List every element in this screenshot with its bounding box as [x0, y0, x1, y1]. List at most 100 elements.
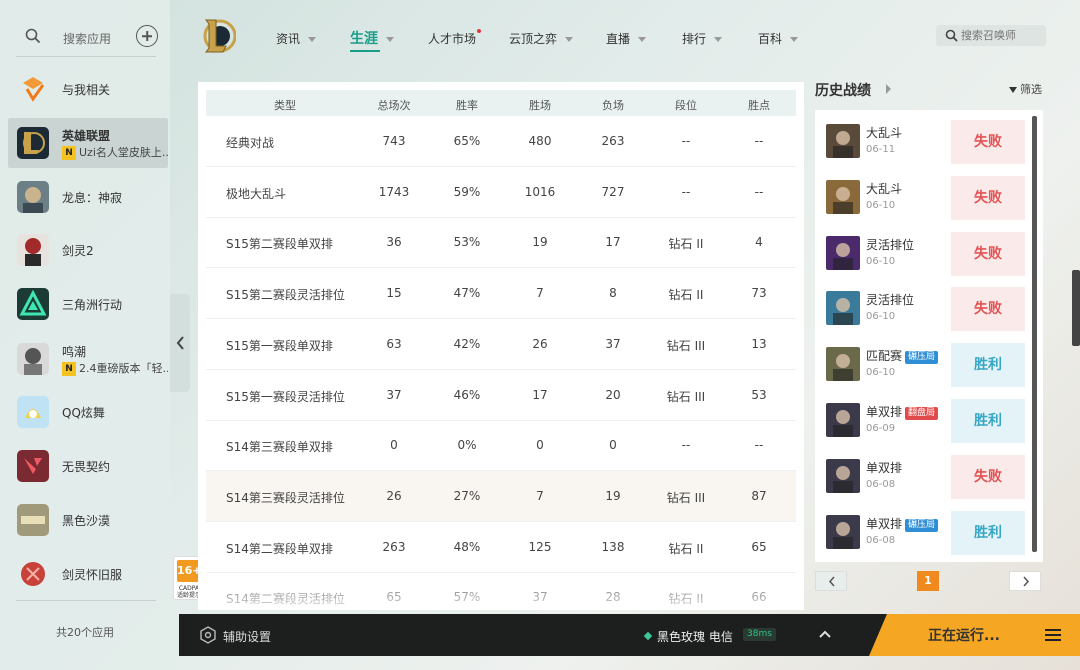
chevron-right-icon — [1023, 576, 1030, 587]
match-date: 06-09 — [866, 423, 896, 434]
column-header-losses: 负场 — [602, 99, 624, 112]
cell-lp: 4 — [755, 235, 763, 250]
menu-icon[interactable] — [1045, 629, 1061, 642]
app-search-label[interactable]: 搜索应用 — [63, 30, 111, 47]
match-item[interactable]: 单双排 碾压局 06-08 胜利 — [821, 507, 1025, 557]
cell-type: S15第二赛段灵活排位 — [226, 288, 345, 303]
table-row[interactable]: S15第二赛段灵活排位 15 47% 7 8 钻石 II 73 — [206, 268, 796, 320]
tab-talent-market[interactable]: 人才市场 — [428, 29, 482, 47]
column-header-total: 总场次 — [377, 99, 411, 112]
chevron-up-icon[interactable] — [819, 629, 831, 639]
sidebar-item-wuthering-waves[interactable]: 鸣潮 N 2.4重磅版本「轻... — [8, 334, 168, 384]
tab-label: 百科 — [758, 32, 783, 46]
match-item[interactable]: 单双排 翻盘局 06-09 胜利 — [821, 395, 1025, 445]
match-mode: 灵活排位 — [866, 293, 915, 308]
match-result: 胜利 — [951, 343, 1025, 388]
filter-icon — [1009, 87, 1017, 93]
sidebar-item-blade-and-soul-classic[interactable]: 剑灵怀旧服 — [8, 549, 168, 599]
hexagon-settings-icon[interactable] — [199, 626, 217, 644]
current-page[interactable]: 1 — [917, 571, 939, 591]
sidebar-item-black-desert[interactable]: 黑色沙漠 — [8, 495, 168, 545]
champion-portrait-icon — [826, 514, 860, 549]
table-row[interactable]: S14第三赛段灵活排位 26 27% 7 19 钻石 III 87 — [206, 470, 796, 522]
sidebar-item-delta-force[interactable]: 三角洲行动 — [8, 279, 168, 329]
match-history-title[interactable]: 历史战绩 — [815, 80, 871, 100]
table-row[interactable]: S14第二赛段单双排 263 48% 125 138 钻石 II 65 — [206, 522, 796, 573]
sidebar-collapse-button[interactable] — [170, 294, 190, 392]
scrollbar-thumb[interactable] — [1032, 116, 1037, 552]
tab-live[interactable]: 直播 — [606, 30, 647, 47]
window-scrollbar[interactable] — [1072, 270, 1080, 346]
match-date: 06-10 — [866, 367, 896, 379]
filter-button[interactable]: 筛选 — [1009, 81, 1042, 97]
chevron-left-icon — [828, 576, 835, 587]
cell-lp: 13 — [751, 336, 767, 351]
app-news[interactable]: N Uzi名人堂皮肤上... — [62, 144, 168, 160]
add-app-icon[interactable] — [136, 25, 158, 47]
summoner-search[interactable] — [936, 25, 1046, 46]
match-result: 失败 — [951, 231, 1025, 276]
chevron-right-icon[interactable] — [886, 84, 891, 94]
cell-type: S15第二赛段单双排 — [226, 237, 333, 252]
cell-winrate: 0% — [457, 438, 477, 453]
app-name: 三角洲行动 — [62, 298, 123, 312]
app-name: 与我相关 — [62, 83, 111, 97]
match-item[interactable]: 灵活排位 06-10 失败 — [821, 228, 1025, 278]
sidebar-item-related[interactable]: 与我相关 — [8, 64, 168, 114]
match-date: 06-08 — [866, 478, 896, 490]
table-row[interactable]: 经典对战 743 65% 480 263 -- -- — [206, 116, 796, 167]
match-result: 失败 — [951, 175, 1025, 220]
search-icon — [945, 29, 958, 42]
match-item[interactable]: 大乱斗 06-11 失败 — [821, 116, 1025, 166]
history-scrollbar[interactable] — [1032, 116, 1037, 552]
app-search[interactable]: 搜索应用 — [0, 22, 170, 56]
match-item[interactable]: 灵活排位 06-10 失败 — [821, 283, 1025, 333]
tab-career[interactable]: 生涯 — [350, 28, 394, 52]
table-row[interactable]: S15第一赛段灵活排位 37 46% 17 20 钻石 III 53 — [206, 370, 796, 421]
table-row[interactable]: S15第二赛段单双排 36 53% 19 17 钻石 II 4 — [206, 217, 796, 269]
sidebar-item-qq-dance[interactable]: QQ炫舞 — [8, 387, 168, 437]
match-date: 06-08 — [866, 534, 896, 546]
cell-losses: 17 — [605, 235, 621, 250]
next-page-button[interactable] — [1009, 571, 1041, 591]
search-icon[interactable] — [25, 28, 41, 44]
tab-label: 云顶之弈 — [509, 32, 558, 46]
app-news[interactable]: N 2.4重磅版本「轻... — [62, 360, 168, 376]
match-item[interactable]: 单双排 06-08 失败 — [821, 451, 1025, 501]
match-item[interactable]: 匹配赛 碾压局 06-10 胜利 — [821, 339, 1025, 389]
league-logo-icon[interactable] — [202, 17, 236, 55]
match-mode: 大乱斗 — [866, 181, 903, 196]
sidebar-item-valorant[interactable]: 无畏契约 — [8, 441, 168, 491]
sidebar-item-dragon-breath[interactable]: 龙息：神寂 — [8, 172, 168, 222]
tab-news[interactable]: 资讯 — [276, 30, 317, 47]
sidebar-item-league-of-legends[interactable]: 英雄联盟 N Uzi名人堂皮肤上... — [8, 118, 168, 168]
table-row[interactable]: S15第一赛段单双排 63 42% 26 37 钻石 III 13 — [206, 319, 796, 370]
tab-ranking[interactable]: 排行 — [682, 30, 723, 47]
match-history-list: 大乱斗 06-11 失败 大乱斗 06-10 失败 灵活排位 06-10 失败 灵活排位 06-10… — [815, 110, 1043, 562]
match-item[interactable]: 大乱斗 06-10 失败 — [821, 172, 1025, 222]
assist-settings-button[interactable]: 辅助设置 — [223, 628, 271, 645]
tab-tft[interactable]: 云顶之弈 — [509, 30, 574, 47]
app-name: 无畏契约 — [62, 460, 111, 474]
notification-dot-icon — [477, 29, 482, 33]
prev-page-button[interactable] — [815, 571, 847, 591]
summoner-search-input[interactable] — [961, 26, 1043, 45]
table-row[interactable]: 极地大乱斗 1743 59% 1016 727 -- -- — [206, 167, 796, 218]
server-status[interactable]: 黑色玫瑰 电信 — [643, 628, 733, 645]
column-header-lp: 胜点 — [748, 99, 770, 112]
cell-type: S14第三赛段单双排 — [226, 440, 333, 455]
table-row[interactable]: S14第二赛段灵活排位 65 57% 37 28 钻石 II 66 — [206, 572, 796, 610]
top-nav: 资讯 生涯 人才市场 云顶之弈 直播 排行 百科 — [190, 0, 1080, 74]
cell-wins: 17 — [532, 387, 548, 402]
tab-wiki[interactable]: 百科 — [758, 30, 799, 47]
cell-type: S14第二赛段单双排 — [226, 541, 333, 556]
chevron-down-icon — [790, 37, 799, 42]
cell-rank: 钻石 III — [666, 389, 706, 404]
cell-losses: 20 — [605, 387, 621, 402]
table-row[interactable]: S14第三赛段单双排 0 0% 0 0 -- -- — [206, 420, 796, 472]
cell-lp: -- — [754, 184, 764, 199]
match-date: 06-10 — [866, 311, 896, 323]
cell-total: 65 — [386, 590, 402, 605]
running-status-button[interactable]: 正在运行... — [869, 614, 1080, 656]
sidebar-item-blade-and-soul-2[interactable]: 剑灵2 — [8, 225, 168, 275]
